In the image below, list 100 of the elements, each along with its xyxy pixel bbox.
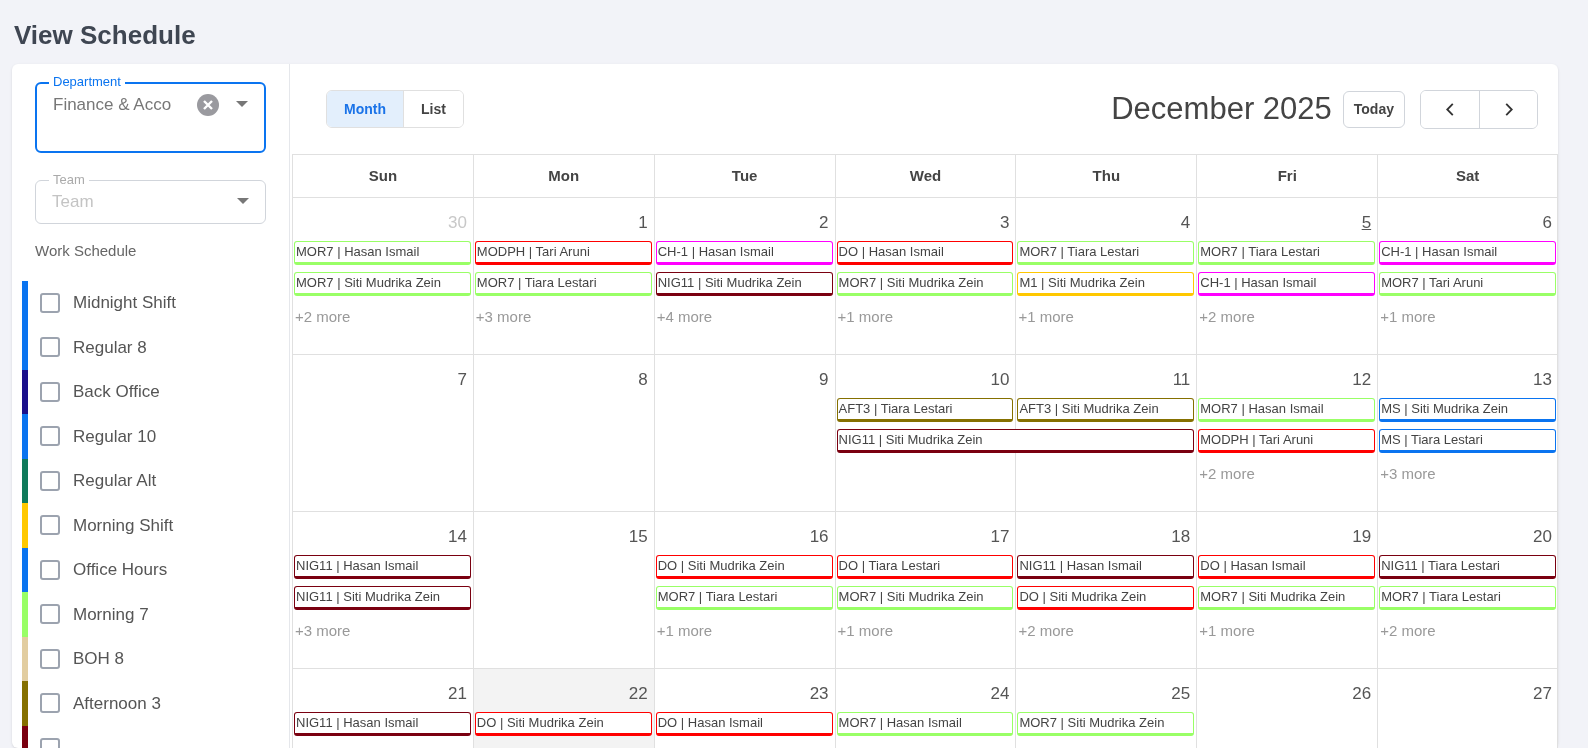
shift-event[interactable]: MOR7 | Tiara Lestari (1379, 586, 1556, 610)
day-number[interactable]: 24 (990, 683, 1010, 705)
shift-event[interactable]: MOR7 | Siti Mudrika Zein (1017, 712, 1195, 736)
shift-event[interactable]: NIG11 | Hasan Ismail (294, 555, 471, 579)
schedule-label: Regular Alt (73, 470, 157, 492)
day-number[interactable]: 26 (1352, 683, 1372, 705)
day-number[interactable]: 4 (1180, 212, 1191, 234)
shift-event[interactable]: DO | Tiara Lestari (836, 555, 1014, 579)
view-tab[interactable]: List (403, 91, 463, 127)
checkbox[interactable] (40, 604, 60, 625)
field-label: Department (49, 74, 125, 90)
day-number[interactable]: 13 (1533, 369, 1552, 391)
shift-event[interactable]: M1 | Siti Mudrika Zein (1017, 272, 1195, 296)
day-number[interactable]: 14 (447, 526, 467, 548)
day-number[interactable]: 23 (809, 683, 829, 705)
shift-event[interactable]: NIG11 | Hasan Ismail (1017, 555, 1195, 579)
checkbox[interactable] (40, 381, 60, 402)
checkbox[interactable] (40, 559, 60, 580)
view-tab[interactable]: Month (327, 91, 403, 127)
shift-event[interactable]: MOR7 | Siti Mudrika Zein (1198, 586, 1376, 610)
day-number[interactable]: 2 (819, 212, 829, 234)
shift-event[interactable]: MOR7 | Hasan Ismail (294, 241, 471, 265)
shift-event[interactable]: MOR7 | Hasan Ismail (836, 712, 1014, 736)
day-number[interactable]: 27 (1533, 683, 1552, 705)
day-number[interactable]: 21 (447, 683, 467, 705)
shift-event[interactable]: DO | Siti Mudrika Zein (474, 712, 652, 736)
shift-event[interactable]: MODPH | Tari Aruni (474, 241, 652, 265)
day-number[interactable]: 12 (1352, 369, 1372, 391)
shift-event[interactable]: NIG11 | Tiara Lestari (1379, 555, 1556, 579)
shift-event[interactable]: DO | Hasan Ismail (1198, 555, 1376, 579)
select-value: Finance & Acco (53, 94, 173, 116)
schedule-label: Regular 10 (73, 425, 157, 448)
clear-icon[interactable] (196, 93, 220, 117)
shift-event[interactable]: MODPH | Tari Aruni (1198, 429, 1376, 453)
shift-event[interactable]: NIG11 | Siti Mudrika Zein (836, 429, 1195, 453)
schedule-label: Back Office (73, 381, 160, 403)
caret-icon[interactable] (236, 101, 248, 109)
schedule-label: Office Hours (73, 559, 168, 581)
schedule-label: Midnight Shift (73, 292, 176, 314)
shift-event[interactable]: MOR7 | Siti Mudrika Zein (836, 586, 1014, 610)
shift-event[interactable]: NIG11 | Siti Mudrika Zein (294, 586, 471, 610)
schedule-label: BOH 8 (73, 648, 125, 670)
day-number[interactable]: 5 (1361, 212, 1372, 234)
checkbox[interactable] (40, 470, 60, 491)
shift-event[interactable]: MOR7 | Tiara Lestari (1198, 241, 1376, 265)
checkbox[interactable] (40, 693, 60, 714)
chevron-right-icon (1504, 102, 1513, 116)
day-number[interactable]: 11 (1172, 369, 1191, 391)
shift-event[interactable]: MOR7 | Siti Mudrika Zein (836, 272, 1014, 296)
schedule-label: Afternoon 3 (73, 692, 161, 715)
schedule-label: Morning 7 (73, 603, 149, 626)
day-number[interactable]: 10 (990, 369, 1010, 391)
shift-event[interactable]: DO | Hasan Ismail (836, 241, 1014, 265)
day-number[interactable]: 8 (638, 369, 648, 391)
shift-event[interactable]: MS | Tiara Lestari (1379, 429, 1556, 453)
day-number[interactable]: 15 (628, 526, 648, 548)
shift-event[interactable]: CH-1 | Hasan Ismail (1198, 272, 1376, 296)
day-number[interactable]: 3 (999, 212, 1010, 234)
shift-event[interactable]: CH-1 | Hasan Ismail (1379, 241, 1556, 265)
schedule-label: Morning Shift (73, 514, 174, 537)
select-placeholder: Team (52, 191, 95, 214)
day-number[interactable]: 9 (819, 369, 829, 391)
day-number[interactable]: 19 (1352, 526, 1372, 548)
day-number[interactable]: 18 (1171, 526, 1191, 548)
day-number[interactable]: 25 (1171, 683, 1191, 705)
shift-event[interactable]: AFT3 | Siti Mudrika Zein (1017, 398, 1195, 422)
next-button[interactable] (1479, 90, 1537, 128)
shift-event[interactable]: MOR7 | Tiara Lestari (1017, 241, 1195, 265)
caret-icon[interactable] (237, 198, 249, 206)
chevron-left-icon (1446, 102, 1454, 116)
shift-event[interactable]: MS | Siti Mudrika Zein (1379, 398, 1556, 422)
checkbox[interactable] (40, 292, 60, 313)
calendar-title: December 2025 (1111, 89, 1332, 128)
shift-event[interactable]: MOR7 | Tari Aruni (1379, 272, 1556, 296)
shift-event[interactable]: MOR7 | Tiara Lestari (474, 272, 652, 296)
day-number[interactable]: 16 (809, 526, 829, 548)
shift-event[interactable]: DO | Siti Mudrika Zein (1017, 586, 1195, 610)
shift-event[interactable]: MOR7 | Tiara Lestari (655, 586, 833, 610)
shift-event[interactable]: NIG11 | Siti Mudrika Zein (655, 272, 833, 296)
checkbox[interactable] (40, 426, 60, 447)
shift-event[interactable]: CH-1 | Hasan Ismail (655, 241, 833, 265)
shift-event[interactable]: MOR7 | Siti Mudrika Zein (294, 272, 471, 296)
shift-event[interactable]: NIG11 | Hasan Ismail (294, 712, 471, 736)
today-button[interactable]: Today (1342, 90, 1405, 128)
page-title: View Schedule (13, 19, 197, 52)
day-number[interactable]: 6 (1542, 212, 1552, 234)
schedule-label: Regular 8 (73, 336, 147, 359)
shift-event[interactable]: DO | Siti Mudrika Zein (655, 555, 833, 579)
day-number[interactable]: 7 (457, 369, 467, 391)
day-number[interactable]: 17 (990, 526, 1010, 548)
checkbox[interactable] (40, 648, 60, 669)
day-number[interactable]: 22 (628, 683, 648, 705)
shift-event[interactable]: DO | Hasan Ismail (655, 712, 833, 736)
checkbox[interactable] (40, 515, 60, 536)
shift-event[interactable]: MOR7 | Hasan Ismail (1198, 398, 1376, 422)
checkbox[interactable] (40, 337, 60, 358)
day-number[interactable]: 1 (638, 212, 648, 234)
shift-event[interactable]: AFT3 | Tiara Lestari (836, 398, 1014, 422)
day-number[interactable]: 20 (1533, 526, 1552, 548)
section-label: Work Schedule (35, 241, 138, 261)
